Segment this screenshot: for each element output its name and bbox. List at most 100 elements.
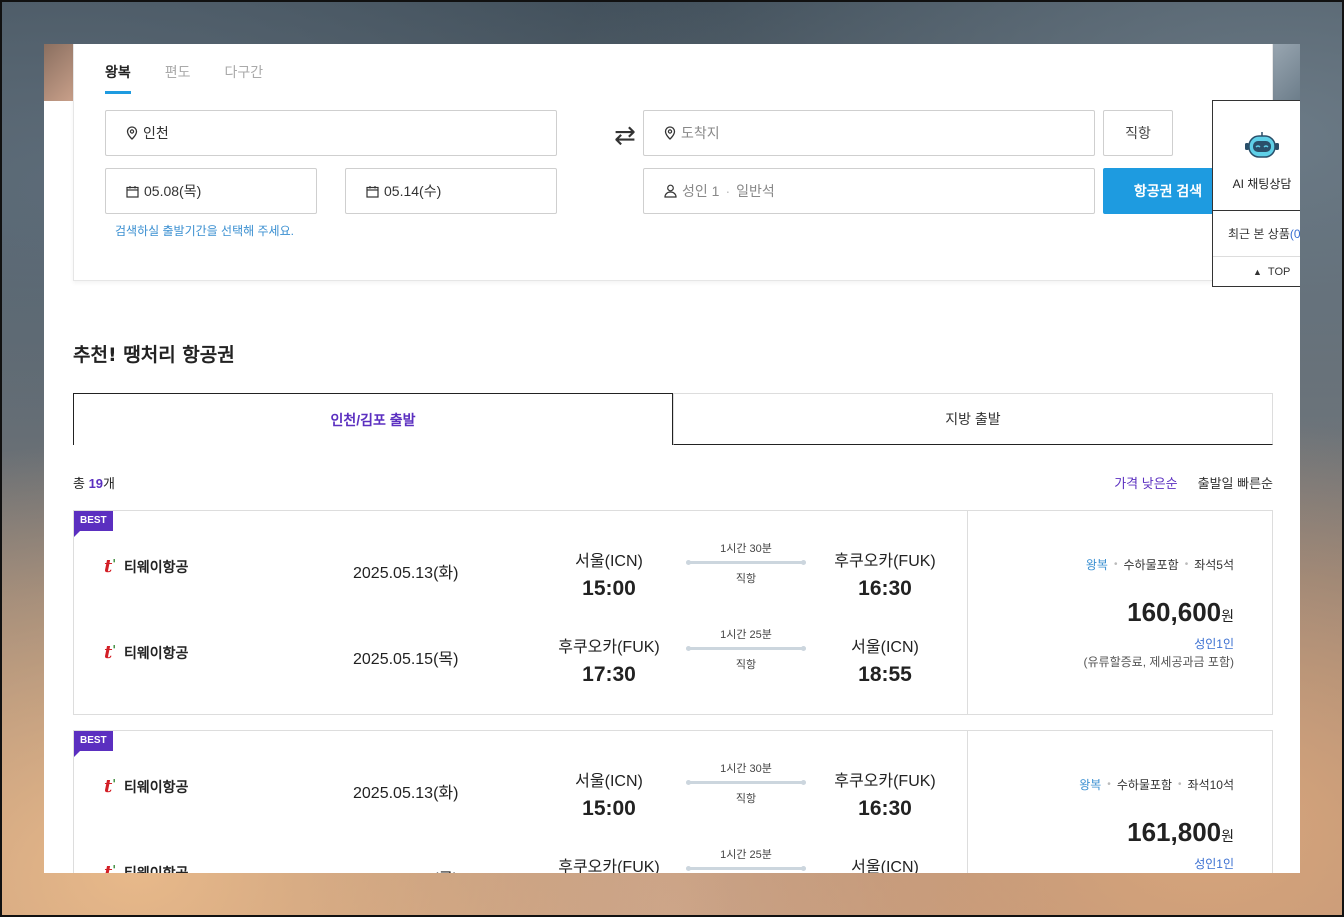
passenger-field[interactable]: 성인 1 · 일반석 [643,168,1095,214]
arrival-city: 서울(ICN) [851,859,919,873]
date-hint-text: 검색하실 출발기간을 선택해 주세요. [115,224,294,238]
destination-field[interactable]: 도착지 [643,110,1095,156]
departure-city: 서울(ICN) [575,553,643,570]
passenger-count: 성인 1 [682,183,720,199]
fare-tags: 왕복 • 수하물포함 • 좌석10석 [1079,776,1234,793]
departure-time: 17:30 [582,663,636,686]
tway-logo-icon: t' [104,862,117,874]
destination-placeholder: 도착지 [681,125,720,141]
arrival-city: 서울(ICN) [851,639,919,656]
outbound-leg: t' 티웨이항공 2025.05.13(화) 서울(ICN) 15:00 1시간… [74,511,967,600]
person-icon [664,184,677,198]
sort-departure-early[interactable]: 출발일 빠른순 [1198,473,1273,492]
flight-type: 직항 [735,573,757,585]
leg-date: 2025.05.13(화) [353,785,459,802]
return-date-field[interactable]: 05.14(수) [345,168,557,214]
swap-route-icon[interactable]: ⇄ [614,121,636,151]
scroll-top-button[interactable]: ▲ TOP [1213,257,1300,287]
sort-options: 가격 낮은순 출발일 빠른순 [1114,473,1273,492]
tab-round-trip[interactable]: 왕복 [105,62,131,94]
airline-name: 티웨이항공 [124,865,189,873]
passenger-separator: · [725,183,731,199]
price-currency: 원 [1221,608,1234,624]
tab-regional[interactable]: 지방 출발 [673,393,1273,445]
route-info: 1시간 30분 직항 [686,760,806,806]
return-leg: t' 티웨이항공 2025.05.16(금) 후쿠오카(FUK) 1시간 25분… [74,817,967,873]
route-info: 1시간 25분 직항 [686,626,806,672]
route-line [686,780,806,785]
location-pin-icon [126,126,138,140]
sort-price-low[interactable]: 가격 낮은순 [1114,473,1177,492]
route-line [686,646,806,651]
result-count: 총 19개 [73,473,115,492]
tag-round-trip: 왕복 [1085,558,1108,572]
departure-endpoint: 서울(ICN) 15:00 [539,767,679,821]
tab-multi-city[interactable]: 다구간 [225,62,264,94]
flight-result-card[interactable]: BEST t' 티웨이항공 2025.05.13(화) 서울(ICN) 15:0… [73,730,1273,873]
recently-viewed-count: (0) [1289,226,1300,241]
trip-type-tabs: 왕복 편도 다구간 [105,62,297,94]
tab-one-way[interactable]: 편도 [165,62,191,94]
ai-chat-button[interactable]: AI 채팅상담 [1213,101,1300,211]
departure-endpoint: 서울(ICN) 15:00 [539,547,679,601]
caret-up-icon: ▲ [1253,267,1262,277]
price-passenger-basis: 성인1인 [1194,857,1234,871]
route-info: 1시간 30분 직항 [686,540,806,586]
location-pin-icon [664,126,676,140]
direct-flight-button[interactable]: 직항 [1103,110,1173,156]
return-leg: t' 티웨이항공 2025.05.15(목) 후쿠오카(FUK) 17:30 1… [74,597,967,686]
flight-search-card: 왕복 편도 다구간 인천 ⇄ 도착지 직항 05.08(목) ~ [73,44,1273,281]
robot-icon [1244,131,1280,165]
origin-value: 인천 [143,125,169,141]
tag-baggage: 수하물포함 [1116,778,1173,792]
route-line [686,866,806,871]
departure-endpoint: 후쿠오카(FUK) 17:30 [539,633,679,687]
flight-duration: 1시간 30분 [720,543,772,555]
result-count-number: 19 [88,476,104,491]
airline-name: 티웨이항공 [124,559,189,575]
recently-viewed-label: 최근 본 상품 [1228,227,1290,241]
departure-city: 후쿠오카(FUK) [558,859,660,873]
result-count-prefix: 총 [73,476,89,491]
price-currency: 원 [1221,828,1234,844]
tag-round-trip: 왕복 [1079,778,1102,792]
outbound-leg: t' 티웨이항공 2025.05.13(화) 서울(ICN) 15:00 1시간… [74,731,967,820]
tag-separator: • [1107,779,1111,790]
price-panel: 왕복 • 수하물포함 • 좌석10석 161,800원 성인1인 [967,731,1272,873]
fare-price: 161,800원 [1127,817,1234,848]
banner-image-left [44,44,74,101]
arrival-endpoint: 서울(ICN) [815,853,955,873]
quick-menu-widget: AI 채팅상담 최근 본 상품 (0) ▲ TOP [1212,100,1300,287]
ai-chat-label: AI 채팅상담 [1232,177,1292,191]
airline: t' 티웨이항공 [104,643,188,663]
flight-duration: 1시간 25분 [720,629,772,641]
price-panel: 왕복 • 수하물포함 • 좌석5석 160,600원 성인1인 (유류할증료, … [967,511,1272,714]
arrival-city: 후쿠오카(FUK) [834,773,936,790]
tab-incheon-gimpo[interactable]: 인천/김포 출발 [73,393,673,445]
recently-viewed-link[interactable]: 최근 본 상품 (0) [1213,211,1300,257]
airline: t' 티웨이항공 [104,557,188,577]
origin-field[interactable]: 인천 [105,110,557,156]
arrival-time: 18:55 [858,663,912,686]
calendar-icon [126,185,139,198]
scroll-top-label: TOP [1267,266,1291,278]
depart-date-value: 05.08(목) [144,183,202,199]
route-info: 1시간 25분 직항 [686,846,806,873]
airline-name: 티웨이항공 [124,779,189,795]
price-amount: 161,800 [1127,817,1222,847]
tag-separator: • [1184,559,1189,570]
flight-result-card[interactable]: BEST t' 티웨이항공 2025.05.13(화) 서울(ICN) 15:0… [73,510,1273,715]
tag-seats: 좌석10석 [1187,778,1234,792]
flight-duration: 1시간 25분 [720,849,772,861]
leg-date: 2025.05.13(화) [353,565,459,582]
arrival-endpoint: 후쿠오카(FUK) 16:30 [815,547,955,601]
arrival-city: 후쿠오카(FUK) [834,553,936,570]
arrival-endpoint: 서울(ICN) 18:55 [815,633,955,687]
tway-logo-icon: t' [104,556,117,577]
flight-type: 직항 [735,793,757,805]
departure-city: 후쿠오카(FUK) [558,639,660,656]
departure-endpoint: 후쿠오카(FUK) [539,853,679,873]
depart-date-field[interactable]: 05.08(목) [105,168,317,214]
fare-tags: 왕복 • 수하물포함 • 좌석5석 [1086,556,1234,573]
flight-type: 직항 [735,659,757,671]
